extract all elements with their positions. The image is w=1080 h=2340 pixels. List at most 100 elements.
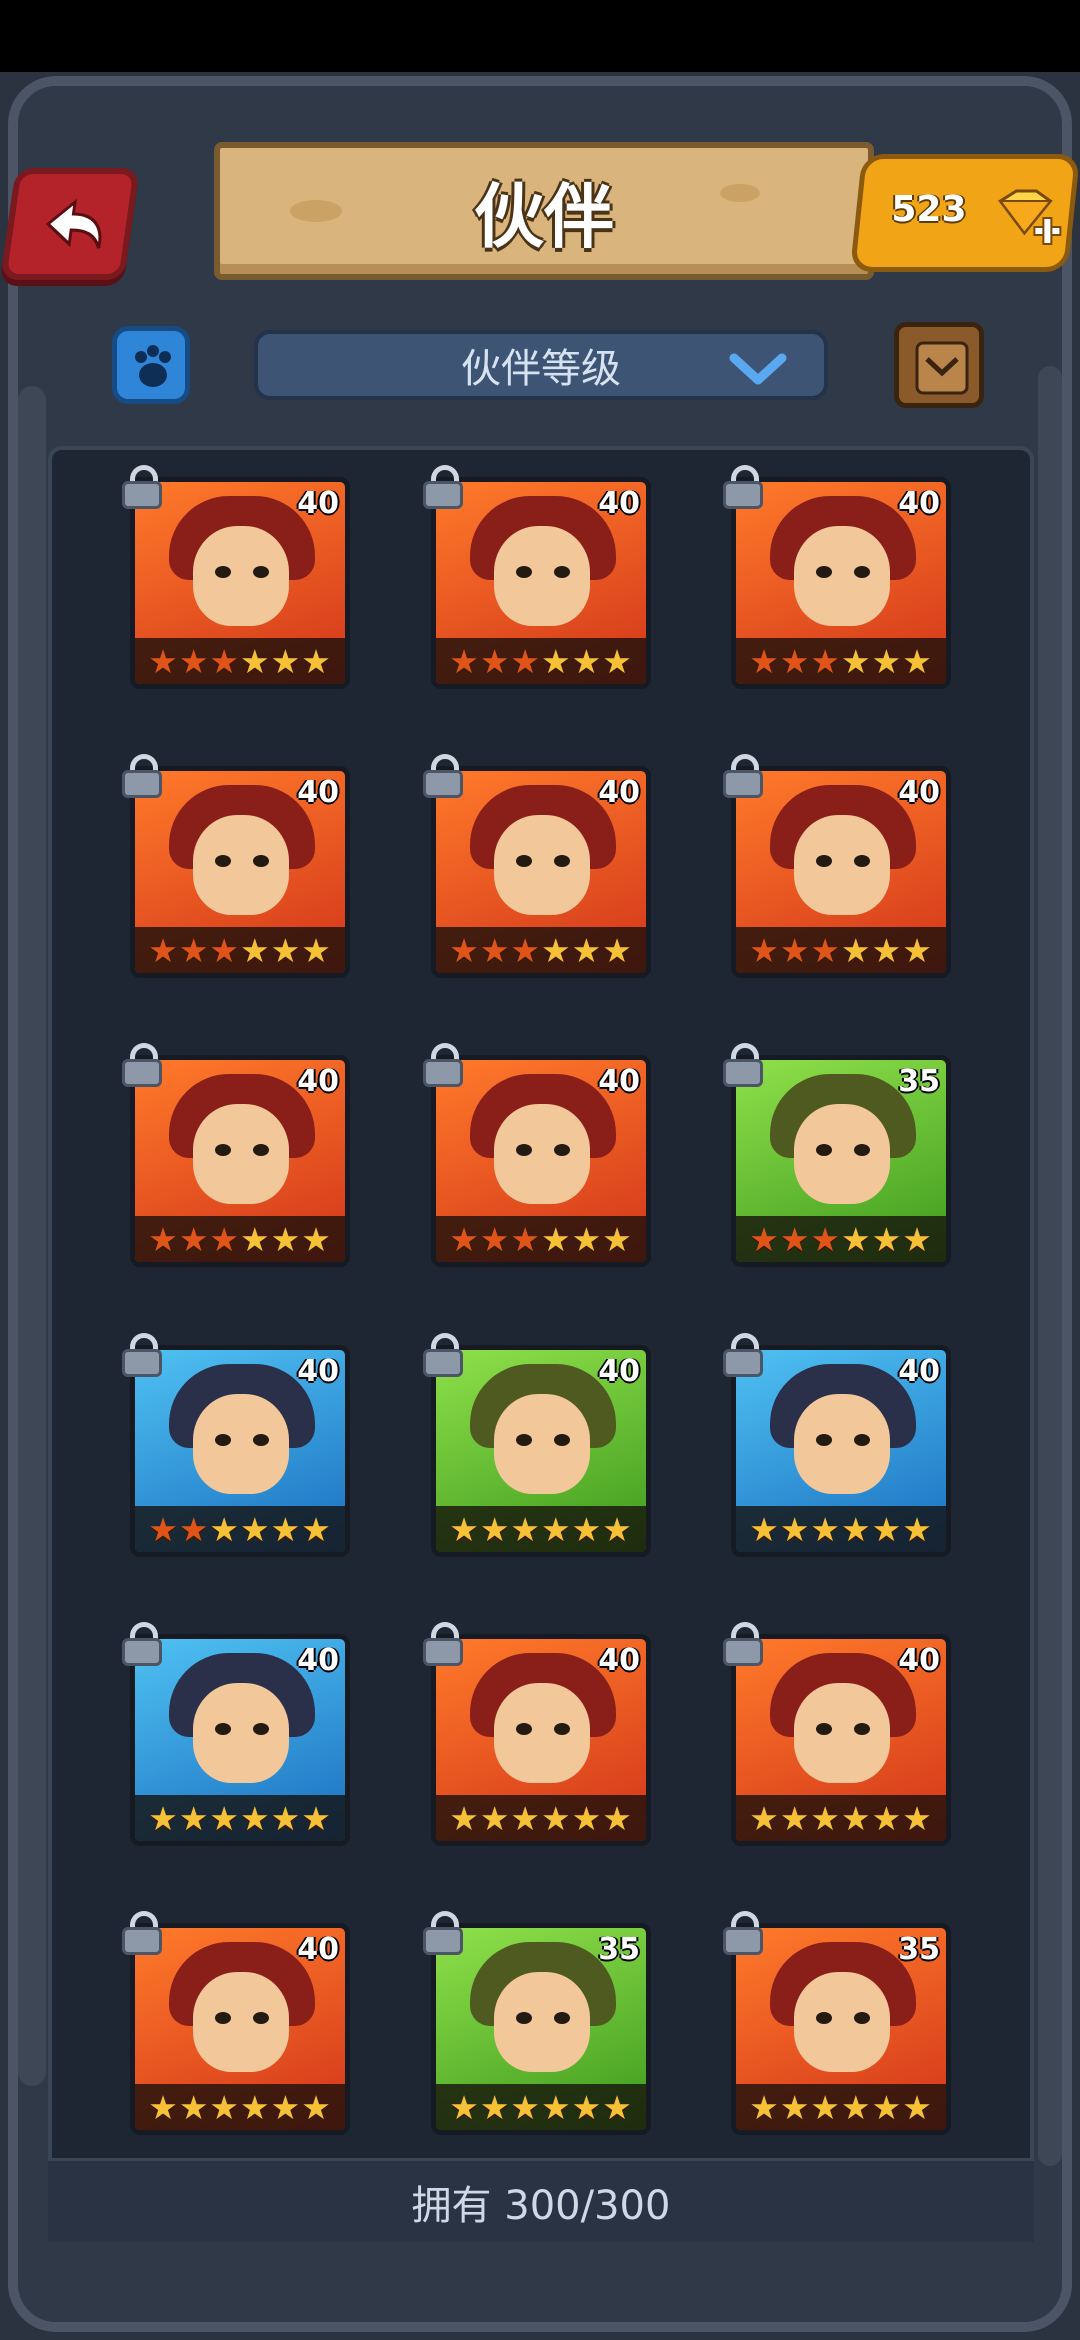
star-gold-icon: ★: [479, 1509, 511, 1549]
lock-icon[interactable]: [721, 1622, 765, 1668]
star-red-icon: ★: [510, 930, 541, 970]
star-red-icon: ★: [148, 1509, 179, 1549]
companion-level: 40: [297, 1932, 339, 1967]
lock-icon[interactable]: [120, 1333, 164, 1379]
star-gold-icon: ★: [779, 1798, 811, 1838]
star-gold-icon: ★: [541, 1509, 572, 1549]
star-gold-icon: ★: [240, 1798, 271, 1838]
portrait-face: [494, 1972, 590, 2072]
portrait-eye: [816, 1723, 832, 1735]
star-red-icon: ★: [449, 641, 480, 681]
lock-body: [122, 770, 162, 798]
portrait-face: [494, 526, 590, 626]
star-rating: ★ ★ ★ ★ ★ ★: [736, 2084, 946, 2130]
lock-icon[interactable]: [120, 1911, 164, 1957]
star-red-icon: ★: [479, 930, 511, 970]
star-gold-icon: ★: [902, 2087, 933, 2127]
star-gold-icon: ★: [571, 1798, 603, 1838]
lock-body: [723, 1927, 763, 1955]
portrait-face: [193, 526, 289, 626]
portrait-eye: [554, 2012, 570, 2024]
star-gold-icon: ★: [449, 1509, 480, 1549]
star-gold-icon: ★: [902, 930, 933, 970]
star-gold-icon: ★: [571, 1219, 603, 1259]
star-gold-icon: ★: [541, 641, 572, 681]
lock-icon[interactable]: [421, 465, 465, 511]
star-gold-icon: ★: [749, 1798, 780, 1838]
companion-level: 40: [297, 775, 339, 810]
portrait-face: [794, 1394, 890, 1494]
lock-icon[interactable]: [721, 754, 765, 800]
star-gold-icon: ★: [810, 1509, 841, 1549]
owned-bar: 拥有 300/300: [48, 2158, 1034, 2242]
lock-body: [122, 1638, 162, 1666]
lock-body: [122, 1927, 162, 1955]
lock-icon[interactable]: [421, 1622, 465, 1668]
star-gold-icon: ★: [810, 2087, 841, 2127]
lock-body: [423, 1638, 463, 1666]
lock-icon[interactable]: [721, 1043, 765, 1089]
lock-body: [122, 481, 162, 509]
star-rating: ★ ★ ★ ★ ★ ★: [436, 1795, 646, 1841]
portrait-face: [794, 1683, 890, 1783]
star-rating: ★ ★ ★ ★ ★ ★: [736, 1795, 946, 1841]
lock-icon[interactable]: [421, 1333, 465, 1379]
lock-icon[interactable]: [421, 1043, 465, 1089]
star-red-icon: ★: [749, 641, 780, 681]
star-red-icon: ★: [810, 641, 841, 681]
lock-icon[interactable]: [120, 754, 164, 800]
lock-icon[interactable]: [120, 1043, 164, 1089]
star-red-icon: ★: [779, 1219, 811, 1259]
gem-balance[interactable]: 523: [849, 154, 1080, 272]
portrait-eye: [854, 2012, 870, 2024]
star-red-icon: ★: [779, 641, 811, 681]
lock-icon[interactable]: [721, 1911, 765, 1957]
star-gold-icon: ★: [602, 641, 633, 681]
star-rating: ★ ★ ★ ★ ★ ★: [135, 2084, 345, 2130]
portrait-eye: [816, 855, 832, 867]
portrait-face: [794, 526, 890, 626]
portrait-eye: [854, 1434, 870, 1446]
lock-icon[interactable]: [721, 1333, 765, 1379]
lock-icon[interactable]: [120, 1622, 164, 1668]
portrait-eye: [816, 1434, 832, 1446]
lock-icon[interactable]: [120, 465, 164, 511]
star-gold-icon: ★: [602, 1798, 633, 1838]
star-gold-icon: ★: [510, 2087, 541, 2127]
portrait-face: [494, 1104, 590, 1204]
portrait-face: [794, 815, 890, 915]
star-gold-icon: ★: [902, 1798, 933, 1838]
companion-level: 40: [598, 775, 640, 810]
star-gold-icon: ★: [571, 1509, 603, 1549]
filter-element-button[interactable]: [112, 326, 190, 404]
companion-level: 35: [898, 1064, 940, 1099]
star-gold-icon: ★: [871, 1219, 903, 1259]
lock-icon[interactable]: [421, 1911, 465, 1957]
lock-icon[interactable]: [421, 754, 465, 800]
back-button[interactable]: [0, 168, 140, 280]
lock-body: [122, 1349, 162, 1377]
star-gold-icon: ★: [871, 2087, 903, 2127]
companion-level: 40: [598, 1064, 640, 1099]
sort-dropdown[interactable]: 伙伴等级: [254, 330, 828, 400]
portrait-face: [193, 1104, 289, 1204]
star-gold-icon: ★: [270, 641, 302, 681]
star-gold-icon: ★: [240, 641, 271, 681]
back-arrow-icon: [45, 198, 102, 249]
portrait-eye: [215, 1723, 231, 1735]
portrait-eye: [253, 1723, 269, 1735]
portrait-face: [193, 1972, 289, 2072]
portrait-eye: [253, 1144, 269, 1156]
star-gold-icon: ★: [449, 1798, 480, 1838]
star-red-icon: ★: [209, 641, 240, 681]
star-gold-icon: ★: [449, 2087, 480, 2127]
star-gold-icon: ★: [779, 1509, 811, 1549]
lock-icon[interactable]: [721, 465, 765, 511]
portrait-eye: [816, 566, 832, 578]
star-gold-icon: ★: [240, 1219, 271, 1259]
star-rating: ★ ★ ★ ★ ★ ★: [135, 1795, 345, 1841]
lock-body: [723, 1638, 763, 1666]
portrait-eye: [516, 855, 532, 867]
handbook-button[interactable]: [894, 322, 984, 408]
star-gold-icon: ★: [841, 1219, 872, 1259]
